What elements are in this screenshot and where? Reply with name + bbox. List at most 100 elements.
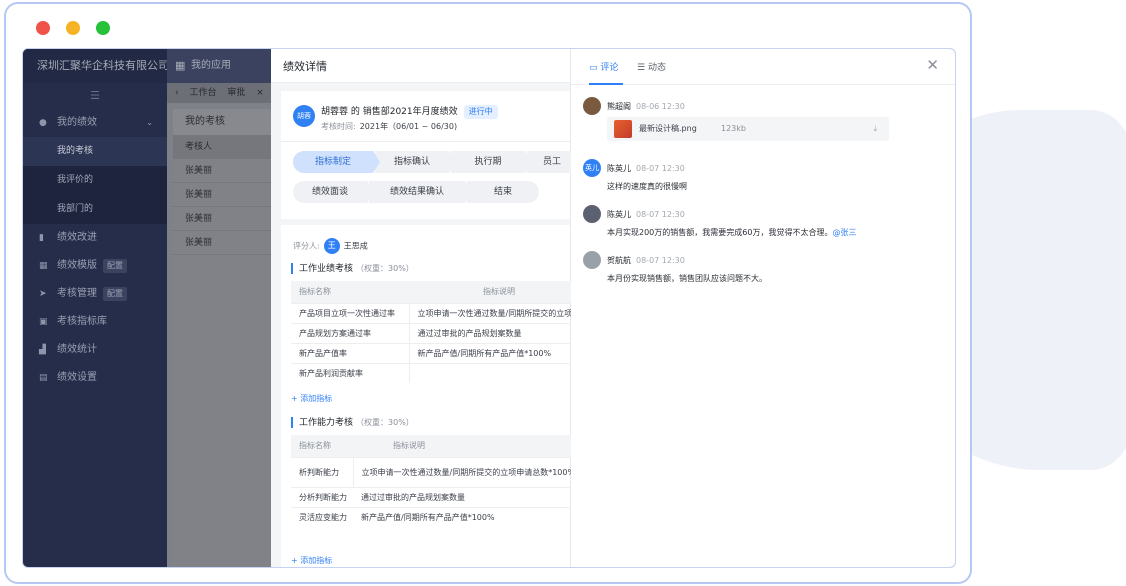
apps-menu[interactable]: ▦ 我的应用 xyxy=(167,49,277,83)
table-row[interactable]: 张美丽 xyxy=(173,231,277,255)
user-icon: ● xyxy=(39,118,47,128)
indicator-desc xyxy=(408,362,581,383)
sidebar-item-label: 绩效模版 xyxy=(57,260,97,271)
sidebar-item-settings[interactable]: ▤ 绩效设置 xyxy=(23,364,167,392)
tab-comments[interactable]: ▭ 评论 xyxy=(589,60,618,73)
table-row[interactable]: 分析判断能力 通过过审批的产品规划案数量 xyxy=(291,486,581,507)
avatar: 英儿 xyxy=(583,159,601,177)
table-row[interactable]: 新产品产值率 新产品产值/同期所有产品产值*100% xyxy=(291,342,581,363)
indicator-desc: 新产品产值/同期所有产品产值*100% xyxy=(353,506,581,527)
column-header: 指标说明 xyxy=(409,281,581,303)
period-label: 考核时间: xyxy=(321,122,356,131)
indicator-name: 产品项目立项一次性通过率 xyxy=(291,302,409,323)
indicator-card: 评分人: 王王思成 工作业绩考核 （权重：30%） 指标名称 指标说明 产品项目立项一… xyxy=(281,225,581,567)
table-row[interactable]: 张美丽 xyxy=(173,159,277,183)
sidebar: 深圳汇聚华企科技有限公司名称▼ ☰ ●我的绩效⌄ 我的考核 我评价的 我部门的 … xyxy=(23,49,201,567)
table-row[interactable]: 张美丽 xyxy=(173,207,277,231)
sidebar-item-statistics[interactable]: ▟ 绩效统计 xyxy=(23,336,167,364)
indicator-table-performance: 指标名称 指标说明 产品项目立项一次性通过率 立项申请一次性通过数量/同期所提交的立… xyxy=(291,281,581,383)
sidebar-item-template[interactable]: ▦ 绩效模版 配置 xyxy=(23,252,167,280)
collapse-icon[interactable]: ☰ xyxy=(23,83,167,109)
mention-link[interactable]: @张三 xyxy=(832,228,856,237)
indicator-name: 灵活应变能力 xyxy=(291,506,353,527)
table-row[interactable]: 产品规划方案通过率 通过过审批的产品规划案数量 xyxy=(291,322,581,343)
reviewer-name: 王思成 xyxy=(343,241,368,251)
sidebar-subitem-my-review[interactable]: 我的考核 xyxy=(23,137,167,166)
step-interview[interactable]: 绩效面谈 xyxy=(293,181,374,203)
comment-author: 陈英儿 xyxy=(607,210,631,219)
window-close-button[interactable] xyxy=(36,21,50,35)
tab-label: 评论 xyxy=(600,63,619,73)
step-employee[interactable]: 员工 xyxy=(527,151,577,173)
comment-item: 英儿 陈英儿 08-07 12:30 这样的速度真的很慢啊 xyxy=(583,159,943,199)
close-icon[interactable]: ✕ xyxy=(926,56,939,74)
attachment-name: 最新设计稿.png xyxy=(639,124,697,133)
sidebar-item-label: 绩效改进 xyxy=(57,232,97,243)
add-indicator-button[interactable]: + 添加指标 xyxy=(291,393,332,404)
config-badge: 配置 xyxy=(103,287,127,301)
step-result-confirm[interactable]: 绩效结果确认 xyxy=(369,181,472,203)
comment-time: 08-06 12:30 xyxy=(636,102,685,111)
comment-text: 这样的速度真的很慢啊 xyxy=(607,182,687,191)
grid-icon: ▦ xyxy=(175,59,186,72)
attachment[interactable]: 最新设计稿.png 123kb ⤓ xyxy=(607,117,889,141)
image-file-icon xyxy=(614,120,632,138)
indicator-desc: 新产品产值/同期所有产品产值*100% xyxy=(408,342,581,363)
indicator-name: 分析判断能力 xyxy=(291,486,353,507)
comment-author: 陈英儿 xyxy=(607,164,631,173)
tab-approval[interactable]: 审批 xyxy=(227,88,245,98)
table-row[interactable]: 新产品利润贡献率 xyxy=(291,362,581,383)
column-header: 指标名称 xyxy=(291,435,353,457)
reviewer-row: 评分人: 王王思成 xyxy=(293,238,368,254)
close-icon[interactable]: × xyxy=(256,88,264,98)
company-switcher[interactable]: 深圳汇聚华企科技有限公司名称▼ xyxy=(23,49,201,83)
divider xyxy=(281,141,570,142)
section-title-ability: 工作能力考核 （权重：30%） xyxy=(291,417,414,428)
plan-title: 胡蓉蓉 的 销售部2021年月度绩效 xyxy=(321,107,458,117)
window-maximize-button[interactable] xyxy=(96,21,110,35)
step-execution[interactable]: 执行期 xyxy=(451,151,532,173)
apps-label: 我的应用 xyxy=(191,60,231,71)
tab-activity[interactable]: ☰ 动态 xyxy=(637,60,666,73)
sidebar-subitem-evaluated[interactable]: 我评价的 xyxy=(23,166,167,195)
indicator-desc: 立项申请一次性通过数量/同期所提交的立项申请总数*100% xyxy=(352,456,581,487)
sidebar-item-library[interactable]: ▣ 考核指标库 xyxy=(23,308,167,336)
column-header[interactable]: 考核人 xyxy=(173,135,277,159)
table-header-row: 指标名称 指标说明 xyxy=(291,435,581,457)
table-row[interactable]: 张美丽 xyxy=(173,183,277,207)
reviewer-avatar: 王 xyxy=(323,238,340,254)
chevron-left-icon[interactable]: ‹ xyxy=(175,88,179,98)
sidebar-item-improvement[interactable]: ▮ 绩效改进 xyxy=(23,224,167,252)
tab-bar: ‹ 工作台 审批 × xyxy=(167,83,277,103)
step-end[interactable]: 结束 xyxy=(467,181,539,203)
sidebar-item-management[interactable]: ➤ 考核管理 配置 xyxy=(23,280,167,308)
step-indicator-confirm[interactable]: 指标确认 xyxy=(375,151,456,173)
detail-title: 绩效详情 xyxy=(271,49,570,83)
indicator-desc: 立项申请一次性通过数量/同期所提交的立项 xyxy=(408,302,581,323)
app-screen: 深圳汇聚华企科技有限公司名称▼ ☰ ●我的绩效⌄ 我的考核 我评价的 我部门的 … xyxy=(22,48,956,568)
tab-workbench[interactable]: 工作台 xyxy=(189,88,216,98)
settings-icon: ▤ xyxy=(39,373,48,383)
attachment-size: 123kb xyxy=(721,124,746,133)
step-indicator-setting[interactable]: 指标制定 xyxy=(293,151,380,173)
indicator-name: 新产品利润贡献率 xyxy=(291,362,409,383)
table-row[interactable]: 灵活应变能力 新产品产值/同期所有产品产值*100% xyxy=(291,506,581,527)
sidebar-subitem-department[interactable]: 我部门的 xyxy=(23,195,167,224)
download-icon[interactable]: ⤓ xyxy=(873,117,877,141)
avatar: 胡蓉 xyxy=(293,105,315,127)
indicator-desc: 通过过审批的产品规划案数量 xyxy=(353,486,581,507)
section-weight: （权重：30%） xyxy=(356,264,414,273)
panel-title: 我的考核 xyxy=(173,109,277,135)
table-row[interactable]: 产品项目立项一次性通过率 立项申请一次性通过数量/同期所提交的立项 xyxy=(291,302,581,323)
column-header: 指标名称 xyxy=(291,281,409,303)
comment-time: 08-07 12:30 xyxy=(636,256,685,265)
window-minimize-button[interactable] xyxy=(66,21,80,35)
table-row[interactable]: 析判断能力 立项申请一次性通过数量/同期所提交的立项申请总数*100% xyxy=(291,456,581,487)
section-title-performance: 工作业绩考核 （权重：30%） xyxy=(291,263,414,274)
active-tab-indicator xyxy=(589,83,623,85)
add-indicator-button[interactable]: + 添加指标 xyxy=(291,555,332,566)
comment-time: 08-07 12:30 xyxy=(636,164,685,173)
send-icon: ➤ xyxy=(39,289,47,299)
sidebar-item-my-performance[interactable]: ● 我的绩效 ⌄ xyxy=(23,109,167,137)
comment-author: 贺航航 xyxy=(607,256,631,265)
